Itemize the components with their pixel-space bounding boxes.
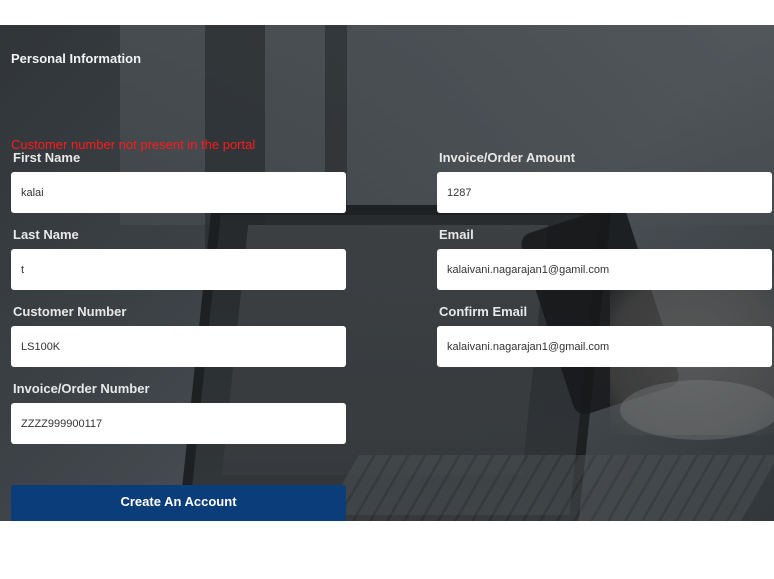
confirm-email-input[interactable] xyxy=(437,326,772,367)
customer-number-label: Customer Number xyxy=(13,304,127,319)
invoice-number-label: Invoice/Order Number xyxy=(13,381,150,396)
customer-number-input[interactable] xyxy=(11,326,346,367)
invoice-number-input[interactable] xyxy=(11,403,346,444)
hero-background-image: Personal Information Customer number not… xyxy=(0,25,774,521)
section-title: Personal Information xyxy=(11,51,142,66)
last-name-label: Last Name xyxy=(13,227,79,242)
email-input[interactable] xyxy=(437,249,772,290)
last-name-input[interactable] xyxy=(11,249,346,290)
first-name-input[interactable] xyxy=(11,172,346,213)
invoice-amount-label: Invoice/Order Amount xyxy=(439,150,576,165)
confirm-email-label: Confirm Email xyxy=(439,304,528,319)
invoice-amount-input[interactable] xyxy=(437,172,772,213)
first-name-label: First Name xyxy=(13,150,81,165)
email-label: Email xyxy=(439,227,474,242)
create-account-button[interactable]: Create An Account xyxy=(11,485,346,521)
